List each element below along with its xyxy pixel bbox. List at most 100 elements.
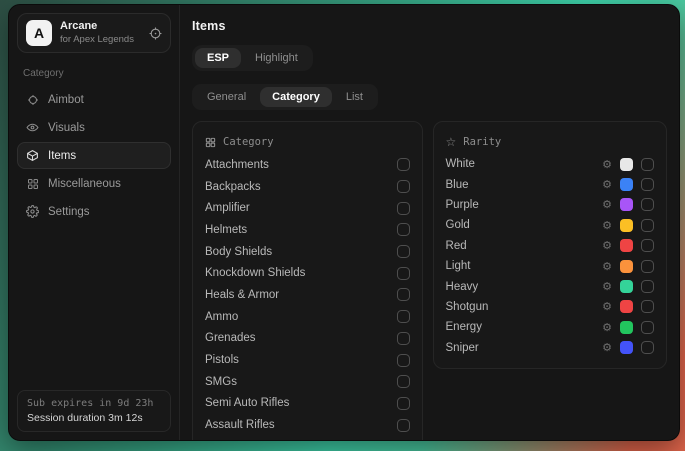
rarity-row: Red ⚙	[446, 236, 654, 256]
sidebar-item-miscellaneous[interactable]: Miscellaneous	[17, 170, 171, 197]
app-header-card: A Arcane for Apex Legends	[17, 13, 171, 53]
category-row: Knockdown Shields	[205, 262, 410, 284]
crosshair-icon	[26, 94, 39, 106]
checkbox-amplifier[interactable]	[397, 202, 410, 215]
rarity-card-title: Rarity	[463, 136, 501, 148]
checkbox-backpacks[interactable]	[397, 180, 410, 193]
session-info-card: Sub expires in 9d 23h Session duration 3…	[17, 390, 171, 432]
checkbox-ammo[interactable]	[397, 310, 410, 323]
gear-icon[interactable]: ⚙	[602, 159, 612, 170]
checkbox-body-shields[interactable]	[397, 245, 410, 258]
gear-icon[interactable]: ⚙	[602, 220, 612, 231]
gear-icon[interactable]: ⚙	[602, 322, 612, 333]
category-row: Semi Auto Rifles	[205, 393, 410, 415]
mode-toggle: ESP Highlight	[192, 45, 313, 71]
checkbox-grenades[interactable]	[397, 332, 410, 345]
color-swatch-purple[interactable]	[620, 198, 633, 211]
checkbox-purple[interactable]	[641, 198, 654, 211]
category-row: Backpacks	[205, 176, 410, 198]
checkbox-white[interactable]	[641, 158, 654, 171]
checkbox-smgs[interactable]	[397, 375, 410, 388]
sidebar-item-aimbot[interactable]: Aimbot	[17, 86, 171, 113]
color-swatch-white[interactable]	[620, 158, 633, 171]
sidebar-item-label: Items	[48, 150, 76, 162]
color-swatch-heavy[interactable]	[620, 280, 633, 293]
category-row: Helmets	[205, 219, 410, 241]
page-title: Items	[192, 19, 667, 33]
category-row: Pistols	[205, 349, 410, 371]
tab-bar: General Category List	[192, 84, 378, 110]
sidebar: A Arcane for Apex Legends Category	[9, 5, 180, 440]
tab-category[interactable]: Category	[260, 87, 332, 107]
rarity-row: Shotgun ⚙	[446, 297, 654, 317]
category-row: Body Shields	[205, 241, 410, 263]
focus-icon[interactable]	[149, 27, 162, 40]
checkbox-sniper[interactable]	[641, 341, 654, 354]
category-row: Attachments	[205, 154, 410, 176]
checkbox-shotgun[interactable]	[641, 300, 654, 313]
sidebar-item-visuals[interactable]: Visuals	[17, 114, 171, 141]
rarity-card: ☆ Rarity White ⚙ Blue ⚙	[433, 121, 667, 369]
app-subtitle: for Apex Legends	[60, 34, 134, 46]
mode-highlight-button[interactable]: Highlight	[243, 48, 310, 68]
gear-icon[interactable]: ⚙	[602, 342, 612, 353]
color-swatch-shotgun[interactable]	[620, 300, 633, 313]
category-card-title: Category	[223, 136, 274, 148]
color-swatch-sniper[interactable]	[620, 341, 633, 354]
category-row: LMGs	[205, 436, 410, 440]
checkbox-red[interactable]	[641, 239, 654, 252]
rarity-row: Energy ⚙	[446, 317, 654, 337]
sidebar-item-label: Miscellaneous	[48, 178, 121, 190]
grid-icon	[26, 178, 39, 190]
color-swatch-gold[interactable]	[620, 219, 633, 232]
session-duration-text: Session duration 3m 12s	[27, 412, 161, 424]
color-swatch-red[interactable]	[620, 239, 633, 252]
checkbox-gold[interactable]	[641, 219, 654, 232]
checkbox-knockdown-shields[interactable]	[397, 267, 410, 280]
sidebar-item-label: Visuals	[48, 122, 85, 134]
checkbox-helmets[interactable]	[397, 223, 410, 236]
gear-icon[interactable]: ⚙	[602, 261, 612, 272]
color-swatch-blue[interactable]	[620, 178, 633, 191]
gear-icon[interactable]: ⚙	[602, 281, 612, 292]
gear-icon[interactable]: ⚙	[602, 199, 612, 210]
gear-icon[interactable]: ⚙	[602, 301, 612, 312]
checkbox-light[interactable]	[641, 260, 654, 273]
checkbox-attachments[interactable]	[397, 158, 410, 171]
sidebar-item-label: Settings	[48, 206, 90, 218]
app-name: Arcane	[60, 20, 134, 34]
category-row: Assault Rifles	[205, 414, 410, 436]
checkbox-assault-rifles[interactable]	[397, 419, 410, 432]
category-row: Amplifier	[205, 197, 410, 219]
tab-list[interactable]: List	[334, 87, 375, 107]
gear-icon	[26, 205, 39, 218]
sub-expiry-text: Sub expires in 9d 23h	[27, 398, 161, 409]
rarity-row: Sniper ⚙	[446, 338, 654, 358]
main-content: Items ESP Highlight General Category Lis…	[180, 5, 679, 440]
sidebar-item-settings[interactable]: Settings	[17, 198, 171, 225]
checkbox-heavy[interactable]	[641, 280, 654, 293]
checkbox-energy[interactable]	[641, 321, 654, 334]
gear-icon[interactable]: ⚙	[602, 179, 612, 190]
category-card: Category Attachments Backpacks Amplifier…	[192, 121, 423, 440]
category-row: Heals & Armor	[205, 284, 410, 306]
tab-general[interactable]: General	[195, 87, 258, 107]
gear-icon[interactable]: ⚙	[602, 240, 612, 251]
checkbox-heals-armor[interactable]	[397, 288, 410, 301]
color-swatch-light[interactable]	[620, 260, 633, 273]
star-icon: ☆	[446, 135, 457, 149]
color-swatch-energy[interactable]	[620, 321, 633, 334]
sidebar-section-label: Category	[23, 68, 165, 79]
checkbox-blue[interactable]	[641, 178, 654, 191]
checkbox-pistols[interactable]	[397, 354, 410, 367]
grid-2x2-icon	[205, 137, 216, 148]
rarity-row: Purple ⚙	[446, 195, 654, 215]
mode-esp-button[interactable]: ESP	[195, 48, 241, 68]
rarity-row: Light ⚙	[446, 256, 654, 276]
sidebar-item-items[interactable]: Items	[17, 142, 171, 169]
app-logo: A	[26, 20, 52, 46]
eye-icon	[26, 121, 39, 134]
category-row: SMGs	[205, 371, 410, 393]
sidebar-item-label: Aimbot	[48, 94, 84, 106]
checkbox-semi-auto-rifles[interactable]	[397, 397, 410, 410]
